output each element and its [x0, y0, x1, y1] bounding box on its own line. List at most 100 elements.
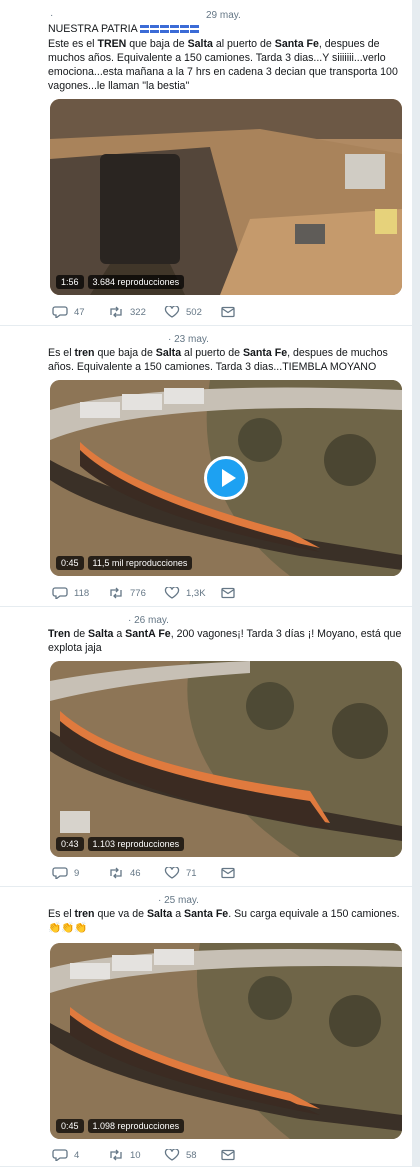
tweet-text-bold: SantA Fe	[125, 628, 171, 640]
tweet-text-bold: tren	[74, 908, 95, 920]
video-views: 1.103 reproducciones	[87, 837, 185, 851]
bullet: ·	[128, 615, 132, 626]
retweet-icon	[108, 587, 124, 599]
video-duration: 0:45	[56, 1119, 84, 1133]
tweet-header: · 29 may.	[48, 10, 388, 21]
direct-message-button[interactable]	[220, 1149, 276, 1161]
tweet-body: Es el tren que baja de Salta al puerto d…	[48, 346, 404, 374]
tweet-date[interactable]: 25 may.	[164, 895, 199, 906]
tweet-actions: 118 776 1,3K	[52, 586, 276, 601]
retweet-count: 776	[130, 587, 146, 599]
tweet-text-bold: TREN	[97, 38, 127, 50]
heart-icon	[164, 866, 180, 879]
retweet-button[interactable]: 776	[108, 587, 164, 599]
direct-message-button[interactable]	[220, 306, 276, 318]
tweet-text-segment: Es el	[48, 347, 75, 359]
play-button[interactable]	[204, 456, 248, 500]
envelope-icon	[220, 1149, 236, 1161]
tweet-actions: 4 10 58	[52, 1148, 276, 1163]
reply-count: 9	[74, 867, 80, 879]
retweet-count: 10	[130, 1149, 141, 1161]
video-thumbnail	[50, 943, 402, 1139]
like-button[interactable]: 1,3K	[164, 586, 220, 599]
tweet-date-group: · 25 may.	[158, 895, 199, 906]
tweet-text-bold: Salta	[187, 38, 213, 50]
heart-icon	[164, 1148, 180, 1161]
video-views: 1.098 reproducciones	[87, 1119, 185, 1133]
tweet-actions: 9 46 71	[52, 866, 276, 881]
tweet-text-segment: al puerto de	[181, 347, 243, 359]
retweet-button[interactable]: 46	[108, 867, 164, 879]
video-player[interactable]: 0:45 11,5 mil reproducciones	[50, 380, 402, 576]
video-views: 11,5 mil reproducciones	[87, 556, 193, 570]
tweet-text-segment: al puerto de	[212, 38, 275, 50]
tweet-text-bold: Santa Fe	[184, 908, 229, 920]
video-player[interactable]: 0:43 1.103 reproducciones	[50, 661, 402, 857]
tweet-text-bold: Salta	[88, 628, 114, 640]
display-name[interactable]: NUESTRA PATRIA	[48, 23, 137, 35]
direct-message-button[interactable]	[220, 867, 276, 879]
tweet-text-segment: a	[172, 908, 185, 920]
retweet-count: 322	[130, 306, 146, 318]
tweet-date[interactable]: 26 may.	[134, 615, 169, 626]
tweet-text-segment: que va de	[94, 908, 147, 920]
tweet-text-bold: Tren	[48, 628, 71, 640]
reply-button[interactable]: 118	[52, 587, 108, 601]
reply-icon	[52, 867, 68, 881]
video-views: 3.684 reproducciones	[87, 275, 185, 289]
tweet-text-bold: Salta	[146, 908, 173, 920]
like-count: 1,3K	[186, 587, 206, 599]
tweet-text-bold: tren	[74, 347, 95, 359]
bullet: ·	[50, 10, 54, 21]
reply-button[interactable]: 4	[52, 1149, 108, 1163]
tweet[interactable]: · 23 may. Es el tren que baja de Salta a…	[0, 326, 412, 607]
video-badge: 0:43 1.103 reproducciones	[56, 837, 185, 851]
video-badge: 0:45 1.098 reproducciones	[56, 1119, 185, 1133]
retweet-button[interactable]: 322	[108, 306, 164, 318]
tweet-text-segment: que baja de	[126, 38, 188, 50]
tweet[interactable]: · 29 may. NUESTRA PATRIA Este es el TREN…	[0, 0, 412, 326]
tweet-text-segment: que baja de	[94, 347, 156, 359]
reply-icon	[52, 306, 68, 320]
reply-button[interactable]: 47	[52, 306, 108, 320]
tweet-date-group: · 23 may.	[168, 334, 209, 345]
tweet[interactable]: · 25 may. Es el tren que va de Salta a S…	[0, 887, 412, 1167]
direct-message-button[interactable]	[220, 587, 276, 599]
like-button[interactable]: 71	[164, 866, 220, 879]
tweet-date[interactable]: 23 may.	[174, 334, 209, 345]
tweet-text-segment: Es el	[48, 908, 75, 920]
retweet-icon	[108, 1149, 124, 1161]
reply-button[interactable]: 9	[52, 867, 108, 881]
video-duration: 1:56	[56, 275, 84, 289]
tweet[interactable]: · 26 may. Tren de Salta a SantA Fe, 200 …	[0, 607, 412, 887]
bullet: ·	[168, 334, 172, 345]
video-player[interactable]: 0:45 1.098 reproducciones	[50, 943, 402, 1139]
tweet-text: Tren de Salta a SantA Fe, 200 vagones¡! …	[48, 627, 404, 655]
flag-honduras-icon	[140, 25, 201, 34]
tweet-text-segment: de	[70, 628, 89, 640]
video-thumbnail	[50, 661, 402, 857]
tweet-text: Es el tren que va de Salta a Santa Fe. S…	[48, 907, 404, 935]
retweet-button[interactable]: 10	[108, 1149, 164, 1161]
tweet-text: Es el tren que baja de Salta al puerto d…	[48, 346, 404, 374]
envelope-icon	[220, 867, 236, 879]
tweet-body: Es el tren que va de Salta a Santa Fe. S…	[48, 907, 404, 935]
video-player[interactable]: 1:56 3.684 reproducciones	[50, 99, 402, 295]
tweet-date-group: · 26 may.	[128, 615, 169, 626]
reply-count: 47	[74, 306, 85, 318]
like-button[interactable]: 502	[164, 305, 220, 318]
bullet: ·	[158, 895, 162, 906]
video-thumbnail	[50, 99, 402, 295]
tweet-date[interactable]: 29 may.	[206, 10, 241, 21]
video-duration: 0:43	[56, 837, 84, 851]
tweet-body: Tren de Salta a SantA Fe, 200 vagones¡! …	[48, 627, 404, 655]
like-count: 58	[186, 1149, 197, 1161]
tweet-text-bold: Salta	[155, 347, 182, 359]
reply-icon	[52, 587, 68, 601]
heart-icon	[164, 586, 180, 599]
tweet-feed: · 29 may. NUESTRA PATRIA Este es el TREN…	[0, 0, 420, 1167]
heart-icon	[164, 305, 180, 318]
video-badge: 1:56 3.684 reproducciones	[56, 275, 185, 289]
like-button[interactable]: 58	[164, 1148, 220, 1161]
retweet-icon	[108, 306, 124, 318]
